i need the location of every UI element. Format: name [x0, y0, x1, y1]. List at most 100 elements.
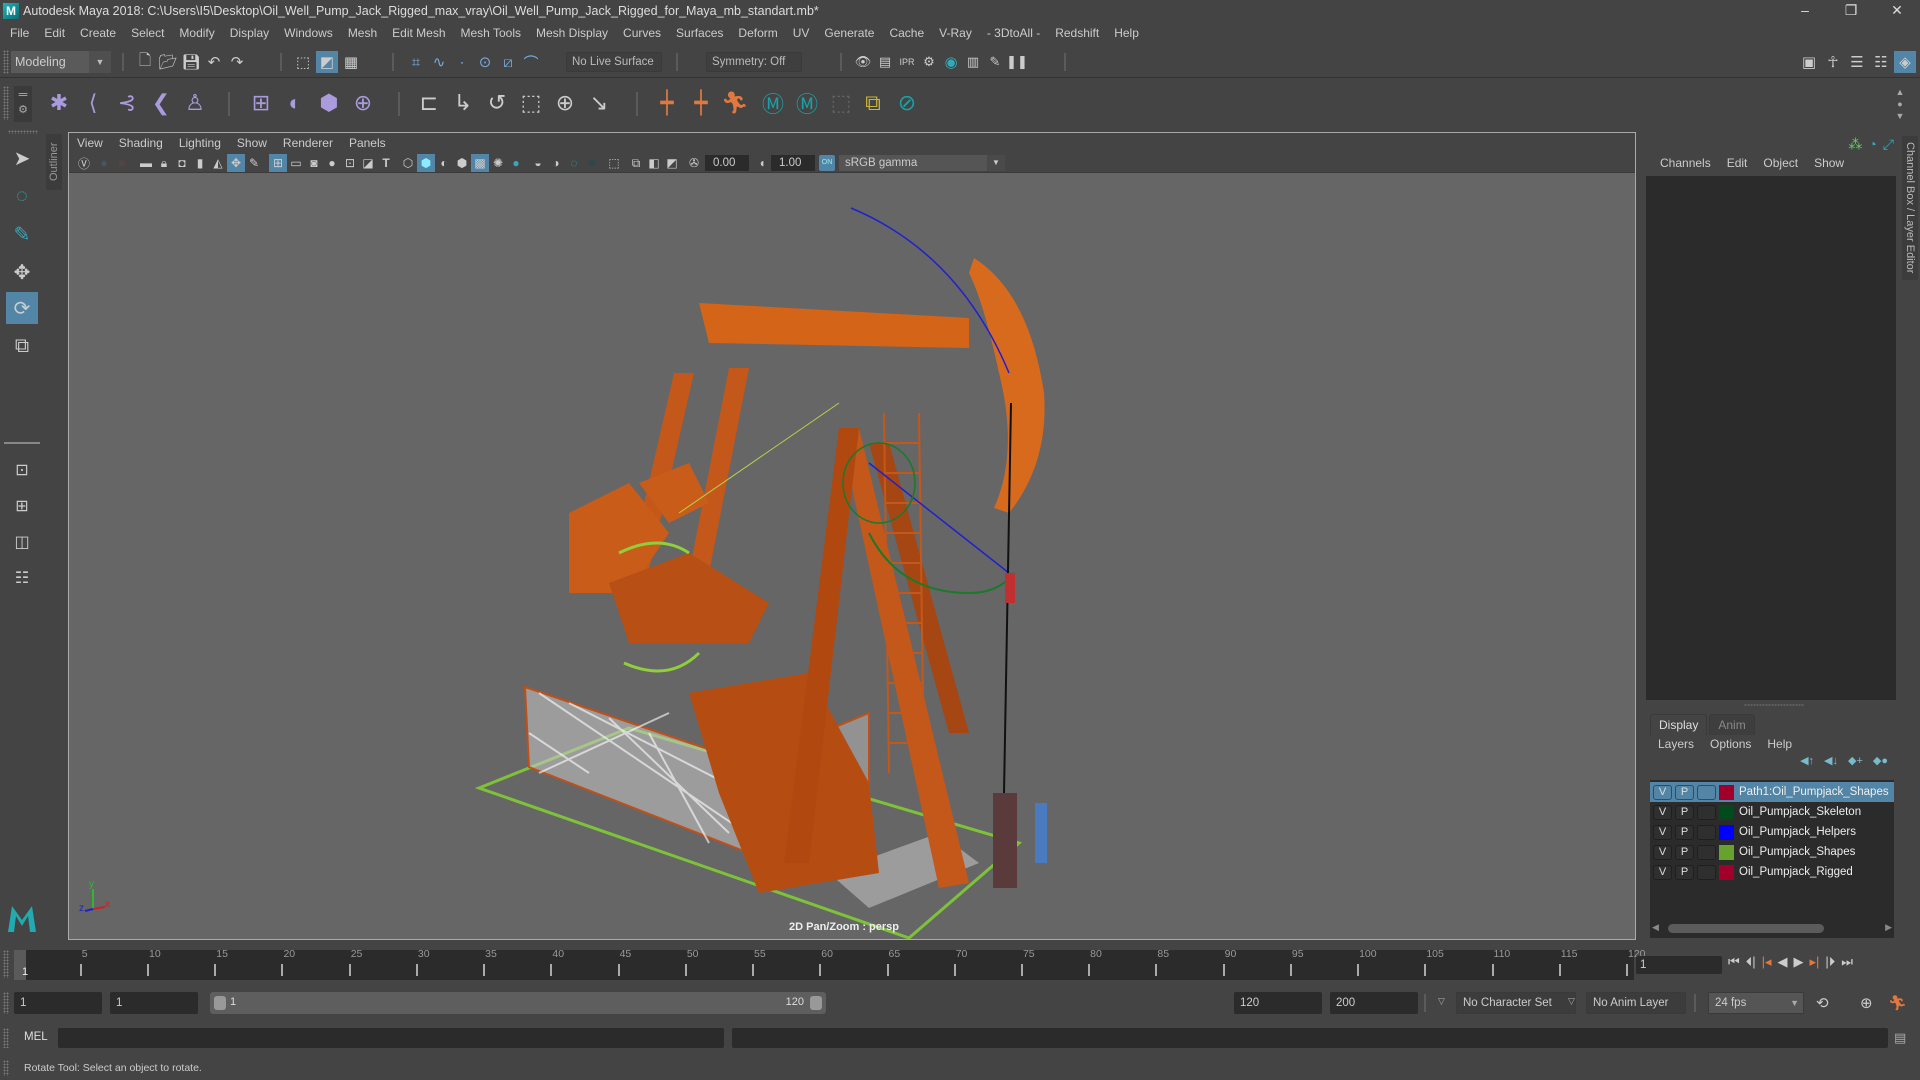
modeling-toolkit-icon[interactable]: ▣ — [1798, 51, 1820, 73]
layer-name[interactable]: Oil_Pumpjack_Skeleton — [1739, 806, 1861, 818]
shelf-tabs[interactable]: ═ ⚙ — [14, 86, 32, 122]
exposure-field[interactable]: 0.00 — [705, 155, 749, 171]
point-constraint-icon[interactable]: ↳ — [448, 88, 478, 118]
ik-handle-icon[interactable]: ⟨ — [78, 88, 108, 118]
shelf-tab-menu-icon[interactable]: ═ — [14, 86, 32, 102]
motion-blur-icon[interactable]: ◑ — [547, 154, 565, 172]
bookmark-icon[interactable]: ▮ — [191, 154, 209, 172]
shadows-icon[interactable]: ● — [507, 154, 525, 172]
layer-row[interactable]: V P Oil_Pumpjack_Rigged — [1650, 862, 1894, 882]
render-settings-icon[interactable]: ⚙ — [918, 51, 940, 73]
menu-help[interactable]: Help — [1107, 26, 1147, 40]
vp-menu-show[interactable]: Show — [229, 136, 275, 150]
layer-color-swatch[interactable] — [1719, 784, 1734, 800]
layer-visibility-toggle[interactable]: V — [1653, 784, 1672, 800]
exposure-icon[interactable]: ✇ — [685, 154, 703, 172]
anim-layer-menu-icon[interactable]: ▽ — [1568, 996, 1575, 1007]
menu-cache[interactable]: Cache — [882, 26, 932, 40]
color-management-toggle[interactable]: ON — [819, 155, 835, 171]
play-forwards-icon[interactable]: ▶ — [1794, 954, 1804, 970]
textured-icon[interactable]: ▩ — [471, 154, 489, 172]
ipr-render-icon[interactable]: IPR — [896, 51, 918, 73]
vp-menu-lighting[interactable]: Lighting — [171, 136, 229, 150]
field-chart-icon[interactable]: ⊡ — [341, 154, 359, 172]
channel-box-toggle-icon[interactable]: ◈ — [1894, 51, 1916, 73]
menu-edit[interactable]: Edit — [37, 26, 73, 40]
lasso-paint-icon[interactable]: ⊘ — [892, 88, 922, 118]
snap-point-icon[interactable]: ∙ — [451, 51, 473, 73]
pause-viewport-icon[interactable]: ❚❚ — [1006, 51, 1028, 73]
joint-tool-icon[interactable]: ✱ — [44, 88, 74, 118]
anim-layer-dropdown[interactable]: No Anim Layer — [1586, 992, 1686, 1014]
menu-display[interactable]: Display — [222, 26, 276, 40]
aim-constraint-icon[interactable]: ⊕ — [550, 88, 580, 118]
screen-space-ao-icon[interactable]: ◒ — [529, 154, 547, 172]
drag-handle[interactable] — [3, 1028, 9, 1048]
playback-start-field[interactable]: 1 — [110, 992, 198, 1014]
viewport-persp[interactable]: View Shading Lighting Show Renderer Pane… — [68, 132, 1636, 940]
empty-shelf-slot-icon[interactable]: ⬚ — [826, 88, 856, 118]
gamma-icon[interactable]: ◖ — [753, 154, 771, 172]
resolution-gate-icon[interactable]: ◙ — [305, 154, 323, 172]
scroll-right-icon[interactable]: ▶ — [1885, 922, 1892, 933]
layer-name[interactable]: Oil_Pumpjack_Helpers — [1739, 826, 1856, 838]
layer-display-type-toggle[interactable] — [1697, 804, 1716, 820]
xray-icon[interactable]: ⧉ — [627, 154, 645, 172]
new-layer-from-selection-icon[interactable]: ◆● — [1873, 754, 1888, 767]
isolate-select-icon[interactable]: ⬚ — [605, 154, 623, 172]
record-icon[interactable]: ■ — [113, 154, 131, 172]
vp-menu-renderer[interactable]: Renderer — [275, 136, 341, 150]
layer-display-type-toggle[interactable] — [1697, 784, 1716, 800]
move-layer-up-icon[interactable]: ◀↑ — [1800, 754, 1814, 767]
image-plane-icon[interactable]: ◭ — [209, 154, 227, 172]
light-editor-icon[interactable]: ✎ — [984, 51, 1006, 73]
persp-outliner-layout-icon[interactable]: ◫ — [6, 526, 38, 558]
channel-box-area[interactable] — [1646, 176, 1896, 700]
cb-menu-edit[interactable]: Edit — [1719, 156, 1756, 170]
animation-start-field[interactable]: 1 — [14, 992, 102, 1014]
vp-menu-shading[interactable]: Shading — [111, 136, 171, 150]
four-view-layout-icon[interactable]: ⊞ — [6, 490, 38, 522]
open-scene-icon[interactable]: 📂︎ — [157, 51, 179, 73]
select-object-icon[interactable]: ◩ — [316, 51, 338, 73]
layer-color-swatch[interactable] — [1719, 804, 1734, 820]
drag-handle[interactable] — [3, 1060, 9, 1076]
scene-3d[interactable]: y x z — [69, 173, 1635, 939]
orient-constraint-icon[interactable]: ↺ — [482, 88, 512, 118]
close-button[interactable]: ✕ — [1874, 0, 1920, 22]
animation-preferences-icon[interactable]: 🏃︎ — [1888, 994, 1907, 1012]
symmetry-dropdown[interactable]: Symmetry: Off — [706, 52, 802, 72]
menu-mesh[interactable]: Mesh — [340, 26, 384, 40]
connect-joint-icon[interactable]: ┿ — [686, 88, 716, 118]
menu-surfaces[interactable]: Surfaces — [669, 26, 731, 40]
tool-settings-icon[interactable]: ☷ — [1870, 51, 1892, 73]
wireframe-icon[interactable]: ⬡ — [399, 154, 417, 172]
character-set-menu-icon[interactable]: ▽ — [1438, 996, 1445, 1007]
cb-menu-show[interactable]: Show — [1806, 156, 1852, 170]
layer-row[interactable]: V P Path1:Oil_Pumpjack_Shapes — [1650, 782, 1894, 802]
menu-mesh-display[interactable]: Mesh Display — [529, 26, 616, 40]
mudbox-send-icon[interactable]: Ⓜ — [758, 88, 788, 118]
lattice-icon[interactable]: ⬢ — [314, 88, 344, 118]
quick-rig-icon[interactable]: ♙ — [180, 88, 210, 118]
attribute-editor-icon[interactable]: ☰ — [1846, 51, 1868, 73]
new-scene-icon[interactable]: 🗋 — [134, 51, 156, 73]
safe-action-icon[interactable]: ◪ — [359, 154, 377, 172]
menu-modify[interactable]: Modify — [172, 26, 222, 40]
cluster-icon[interactable]: ⊕ — [348, 88, 378, 118]
le-menu-help[interactable]: Help — [1759, 737, 1800, 751]
menu-deform[interactable]: Deform — [731, 26, 785, 40]
layer-color-swatch[interactable] — [1719, 864, 1734, 880]
parent-constraint-icon[interactable]: ⊏ — [414, 88, 444, 118]
playback-end-field[interactable]: 120 — [1234, 992, 1322, 1014]
snap-curve-icon[interactable]: ∿ — [428, 51, 450, 73]
command-input[interactable] — [58, 1028, 724, 1048]
mudbox-update-icon[interactable]: Ⓜ — [792, 88, 822, 118]
range-start-handle[interactable] — [214, 996, 226, 1010]
drag-handle[interactable] — [3, 50, 9, 74]
menu-create[interactable]: Create — [73, 26, 124, 40]
character-set-dropdown[interactable]: No Character Set — [1456, 992, 1576, 1014]
gamma-field[interactable]: 1.00 — [771, 155, 815, 171]
lock-camera-icon[interactable]: 🔒︎ — [155, 154, 173, 172]
drag-handle[interactable] — [8, 130, 38, 134]
